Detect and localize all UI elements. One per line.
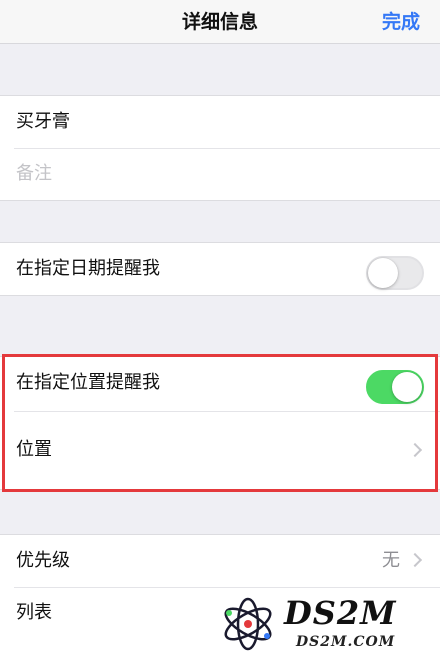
location-label: 位置 bbox=[16, 439, 52, 460]
task-info-group: 买牙膏 备注 bbox=[0, 95, 440, 201]
date-reminder-group: 在指定日期提醒我 bbox=[0, 242, 440, 296]
chevron-right-icon bbox=[407, 552, 423, 568]
watermark-title: DS2M bbox=[284, 594, 397, 632]
watermark: DS2M DS2M.COM bbox=[212, 590, 440, 660]
task-title-row[interactable]: 买牙膏 bbox=[0, 96, 440, 148]
priority-value: 无 bbox=[382, 550, 400, 571]
priority-label: 优先级 bbox=[16, 550, 70, 571]
date-reminder-toggle[interactable] bbox=[366, 256, 424, 290]
location-row[interactable]: 位置 bbox=[0, 411, 440, 489]
page-title: 详细信息 bbox=[181, 11, 258, 33]
location-reminder-row: 在指定位置提醒我 bbox=[0, 357, 440, 411]
task-title-field[interactable]: 买牙膏 bbox=[16, 96, 70, 148]
atom-logo-icon bbox=[224, 597, 272, 651]
date-reminder-row: 在指定日期提醒我 bbox=[0, 243, 440, 295]
location-reminder-toggle[interactable] bbox=[366, 370, 424, 404]
done-button[interactable]: 完成 bbox=[382, 0, 420, 44]
list-label: 列表 bbox=[16, 602, 52, 623]
chevron-right-icon bbox=[407, 442, 423, 458]
date-reminder-label: 在指定日期提醒我 bbox=[16, 258, 160, 279]
notes-row[interactable]: 备注 bbox=[0, 148, 440, 200]
notes-field[interactable]: 备注 bbox=[16, 148, 52, 200]
watermark-subtitle: DS2M.COM bbox=[296, 634, 396, 650]
location-reminder-group: 在指定位置提醒我 位置 bbox=[0, 356, 440, 490]
toggle-knob bbox=[392, 372, 422, 402]
priority-row[interactable]: 优先级 无 bbox=[0, 535, 440, 587]
toggle-knob bbox=[368, 258, 398, 288]
navigation-bar: 详细信息 完成 bbox=[0, 0, 440, 44]
location-reminder-label: 在指定位置提醒我 bbox=[16, 372, 160, 393]
